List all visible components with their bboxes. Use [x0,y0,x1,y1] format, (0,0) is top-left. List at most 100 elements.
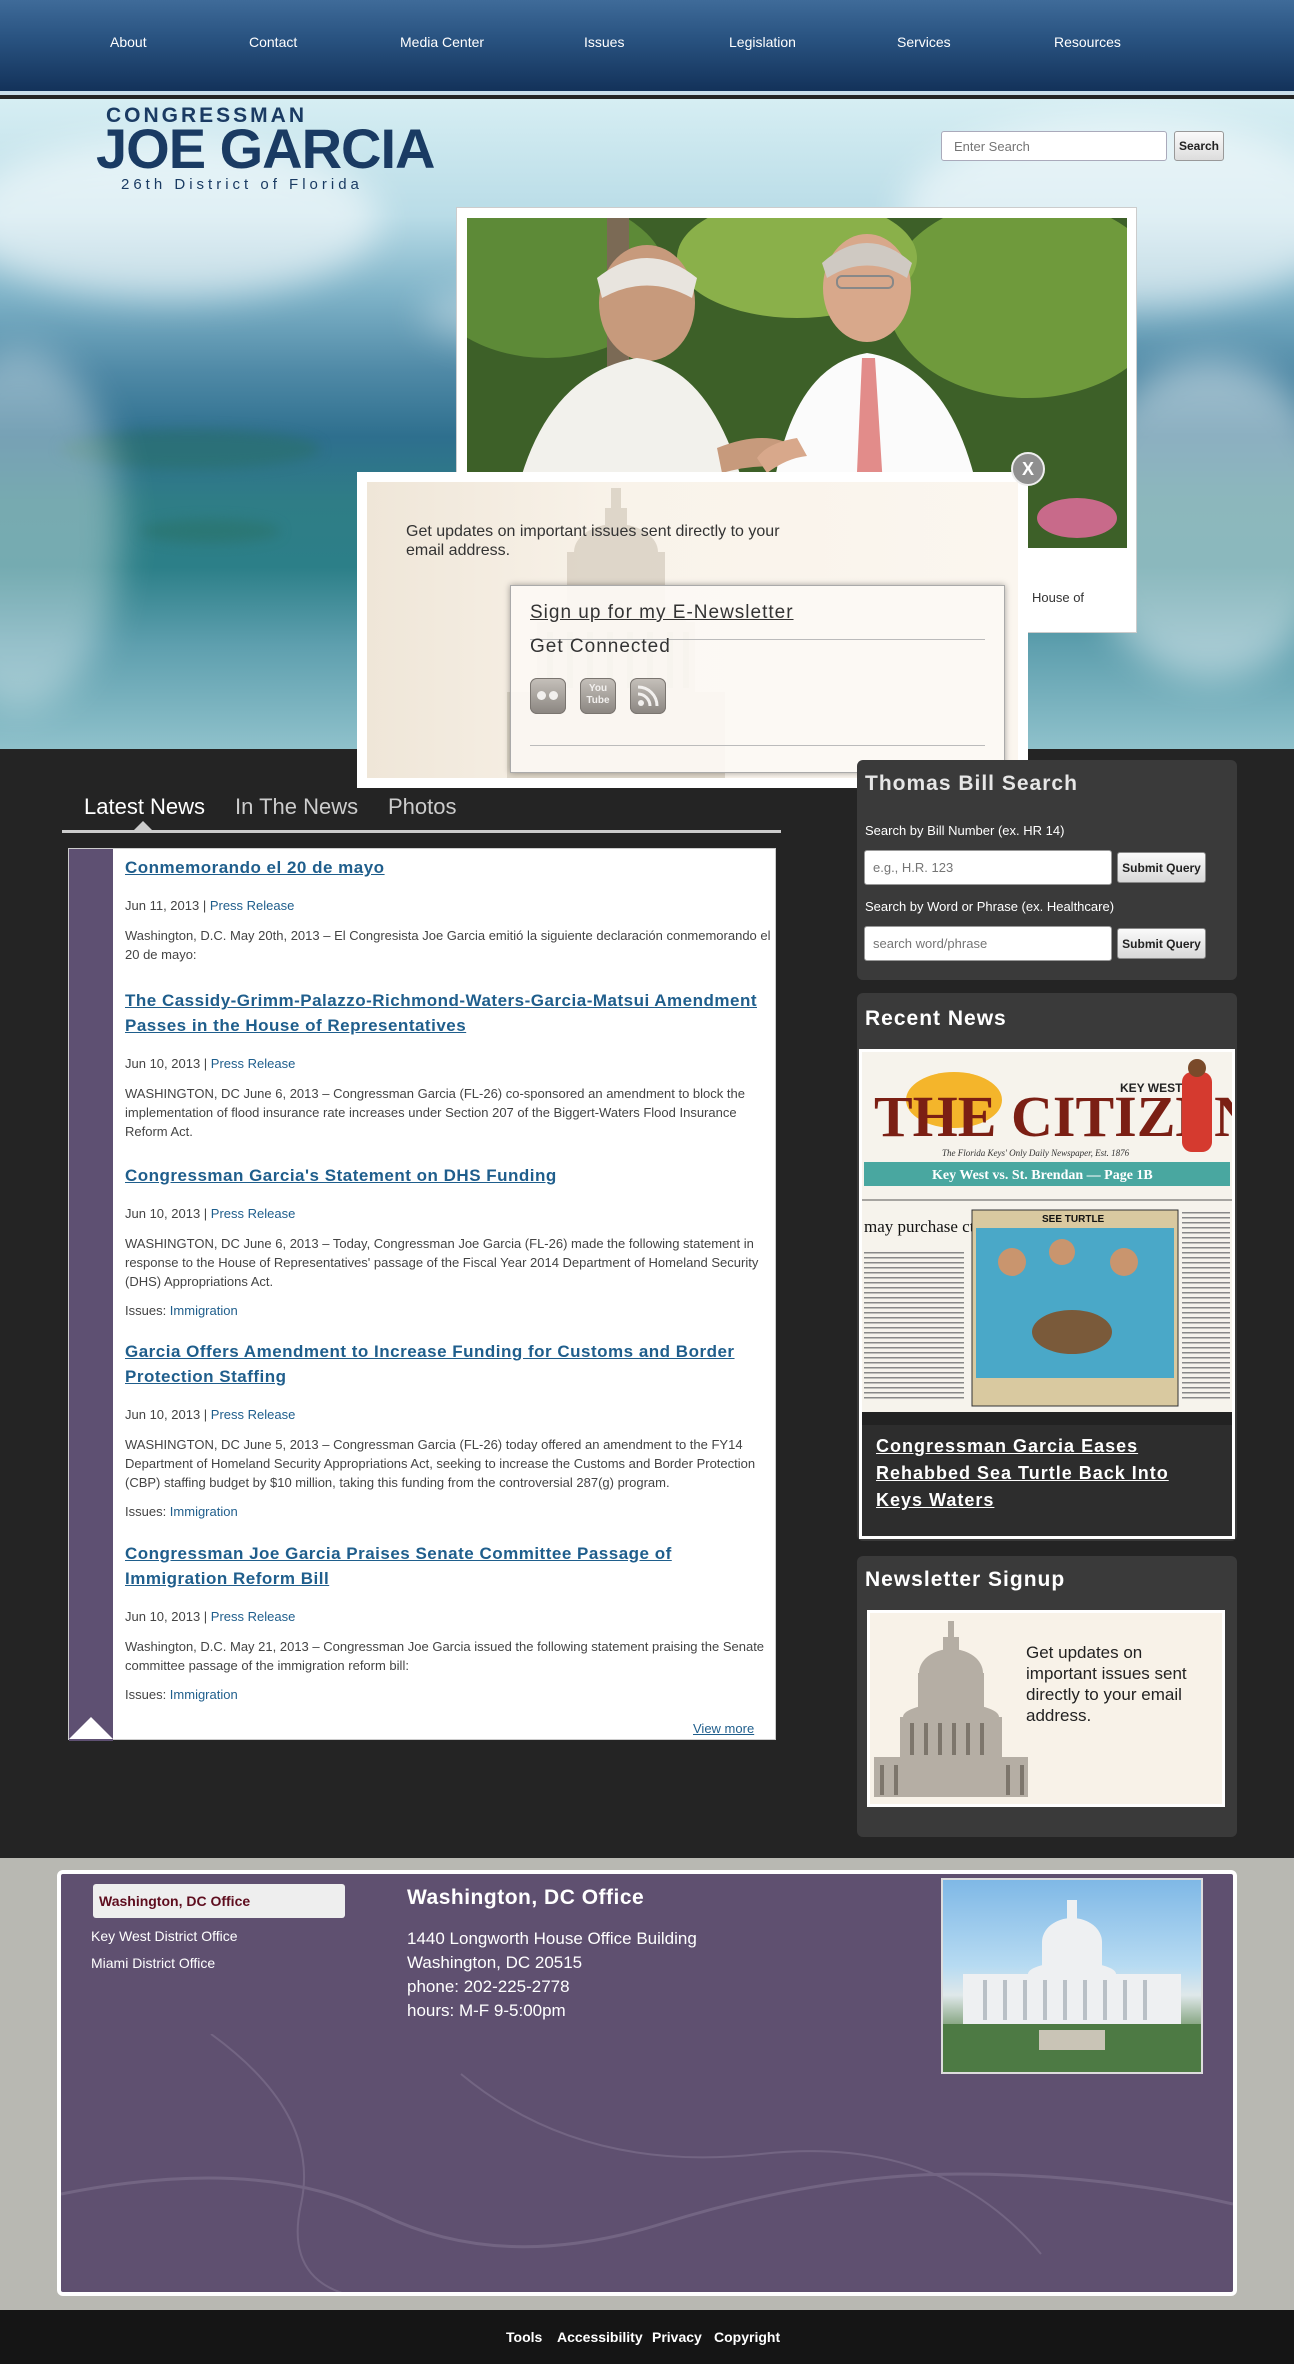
news-date: Jun 10, 2013 | Press Release [125,1407,775,1422]
newspaper-photo-title: SEE TURTLE [1042,1214,1105,1225]
capitol-icon [874,1621,1028,1797]
news-item: Garcia Offers Amendment to Increase Fund… [125,1339,775,1519]
newspaper-banner: Key West vs. St. Brendan — Page 1B [932,1168,1153,1183]
issues-label: Issues: [125,1504,170,1519]
news-category-link[interactable]: Press Release [211,1609,296,1624]
logo-district: 26th District of Florida [121,176,363,193]
news-date-text: Jun 10, 2013 | [125,1407,211,1422]
tab-in-the-news[interactable]: In The News [235,794,358,820]
view-more-link[interactable]: View more [693,1721,754,1736]
nav-issues[interactable]: Issues [584,34,624,50]
search-input[interactable] [941,131,1167,161]
footer-link-copyright[interactable]: Copyright [714,2329,780,2345]
news-item: Congressman Garcia's Statement on DHS Fu… [125,1163,775,1318]
news-date-text: Jun 10, 2013 | [125,1056,211,1071]
youtube-icon[interactable]: You Tube [580,678,616,714]
recent-news-caption: Congressman Garcia Eases Rehabbed Sea Tu… [862,1425,1232,1536]
bill-number-label: Search by Bill Number (ex. HR 14) [865,823,1065,838]
news-date: Jun 10, 2013 | Press Release [125,1056,775,1071]
news-date: Jun 10, 2013 | Press Release [125,1206,775,1221]
newsletter-modal: Get updates on important issues sent dir… [357,472,1028,788]
nav-about[interactable]: About [110,34,147,50]
capitol-photo [941,1878,1203,2074]
search-button[interactable]: Search [1174,131,1224,161]
news-issues: Issues: Immigration [125,1687,775,1702]
nav-legislation[interactable]: Legislation [729,34,796,50]
nav-contact[interactable]: Contact [249,34,297,50]
news-issues: Issues: Immigration [125,1504,775,1519]
office-address-line-1: 1440 Longworth House Office Building [407,1929,697,1948]
news-date: Jun 11, 2013 | Press Release [125,898,775,913]
tab-latest-news[interactable]: Latest News [84,794,205,820]
newsletter-signup-banner[interactable]: Get updates on important issues sent dir… [867,1610,1225,1807]
bill-phrase-input[interactable] [864,926,1112,961]
footer-link-tools[interactable]: Tools [506,2329,542,2345]
issues-label: Issues: [125,1687,170,1702]
newsletter-banner-text: Get updates on important issues sent dir… [1026,1643,1187,1725]
recent-news-story: THE CITIZEN KEY WEST The Florida Keys' O… [859,1049,1235,1539]
modal-close-button[interactable]: X [1011,452,1045,486]
logo-name: JOE GARCIA [96,117,435,180]
bill-search-panel: Thomas Bill Search Search by Bill Number… [857,760,1237,980]
divider [530,745,985,746]
bill-phrase-submit-button[interactable]: Submit Query [1117,928,1206,959]
news-item: Congressman Joe Garcia Praises Senate Co… [125,1541,775,1702]
youtube-label-you: You [588,683,608,694]
news-title[interactable]: Garcia Offers Amendment to Increase Fund… [125,1339,775,1389]
bill-number-input[interactable] [864,850,1112,885]
news-title[interactable]: The Cassidy-Grimm-Palazzo-Richmond-Water… [125,988,775,1038]
issue-link[interactable]: Immigration [170,1303,238,1318]
nav-resources[interactable]: Resources [1054,34,1121,50]
newsletter-signup-link[interactable]: Sign up for my E-Newsletter [530,602,794,624]
bill-number-submit-button[interactable]: Submit Query [1117,852,1206,883]
office-title: Washington, DC Office [407,1886,645,1909]
news-title[interactable]: Congressman Joe Garcia Praises Senate Co… [125,1541,775,1591]
nav-services[interactable]: Services [897,34,951,50]
modal-content: Get updates on important issues sent dir… [367,482,1018,778]
flickr-icon[interactable] [530,678,566,714]
tab-photos[interactable]: Photos [388,794,457,820]
top-navigation: About Contact Media Center Issues Legisl… [0,0,1294,95]
news-category-link[interactable]: Press Release [211,1056,296,1071]
news-category-link[interactable]: Press Release [211,1206,296,1221]
issues-label: Issues: [125,1303,170,1318]
newsletter-panel: Newsletter Signup Get updates on importa… [857,1556,1237,1837]
site-logo[interactable]: CONGRESSMAN JOE GARCIA 26th District of … [96,104,446,194]
nav-media-center[interactable]: Media Center [400,34,484,50]
youtube-label-tube: Tube [586,695,610,706]
news-summary: WASHINGTON, DC June 5, 2013 – Congressma… [125,1437,756,1490]
bill-search-title: Thomas Bill Search [865,772,1078,795]
news-issues: Issues: Immigration [125,1303,775,1318]
news-summary: WASHINGTON, DC June 6, 2013 – Today, Con… [125,1236,759,1289]
news-date-text: Jun 10, 2013 | [125,1609,211,1624]
rss-icon[interactable] [630,678,666,714]
active-tab-indicator [134,821,152,830]
news-title[interactable]: Conmemorando el 20 de mayo [125,855,775,880]
newspaper-photo[interactable]: THE CITIZEN KEY WEST The Florida Keys' O… [862,1052,1232,1425]
recent-news-title: Recent News [865,1007,1007,1030]
footer-link-accessibility[interactable]: Accessibility [557,2329,643,2345]
news-tabs: Latest News In The News Photos [62,780,781,833]
office-hours: hours: M-F 9-5:00pm [407,2001,566,2020]
newspaper-keywest: KEY WEST [1120,1081,1183,1095]
footer-link-privacy[interactable]: Privacy [652,2329,702,2345]
newsletter-title: Newsletter Signup [865,1568,1066,1591]
offices-panel: Washington, DC Office Key West District … [57,1870,1237,2296]
bill-phrase-label: Search by Word or Phrase (ex. Healthcare… [865,899,1115,914]
modal-connect-box: Sign up for my E-Newsletter Get Connecte… [510,585,1005,773]
recent-news-panel: Recent News THE CITIZEN KEY WEST The Flo… [857,993,1237,1541]
news-category-link[interactable]: Press Release [211,1407,296,1422]
ribbon-tip [69,1717,113,1739]
office-tab-washington[interactable]: Washington, DC Office [93,1884,345,1918]
news-summary: Washington, D.C. May 20th, 2013 – El Con… [125,928,771,962]
recent-news-link[interactable]: Congressman Garcia Eases Rehabbed Sea Tu… [876,1433,1196,1514]
office-address-line-2: Washington, DC 20515 [407,1953,583,1972]
news-category-link[interactable]: Press Release [210,898,295,913]
get-connected-heading: Get Connected [530,636,671,657]
office-tab-key-west[interactable]: Key West District Office [91,1928,238,1944]
news-title[interactable]: Congressman Garcia's Statement on DHS Fu… [125,1163,775,1188]
office-tab-miami[interactable]: Miami District Office [91,1955,215,1971]
news-summary: Washington, D.C. May 21, 2013 – Congress… [125,1639,765,1673]
issue-link[interactable]: Immigration [170,1687,238,1702]
issue-link[interactable]: Immigration [170,1504,238,1519]
